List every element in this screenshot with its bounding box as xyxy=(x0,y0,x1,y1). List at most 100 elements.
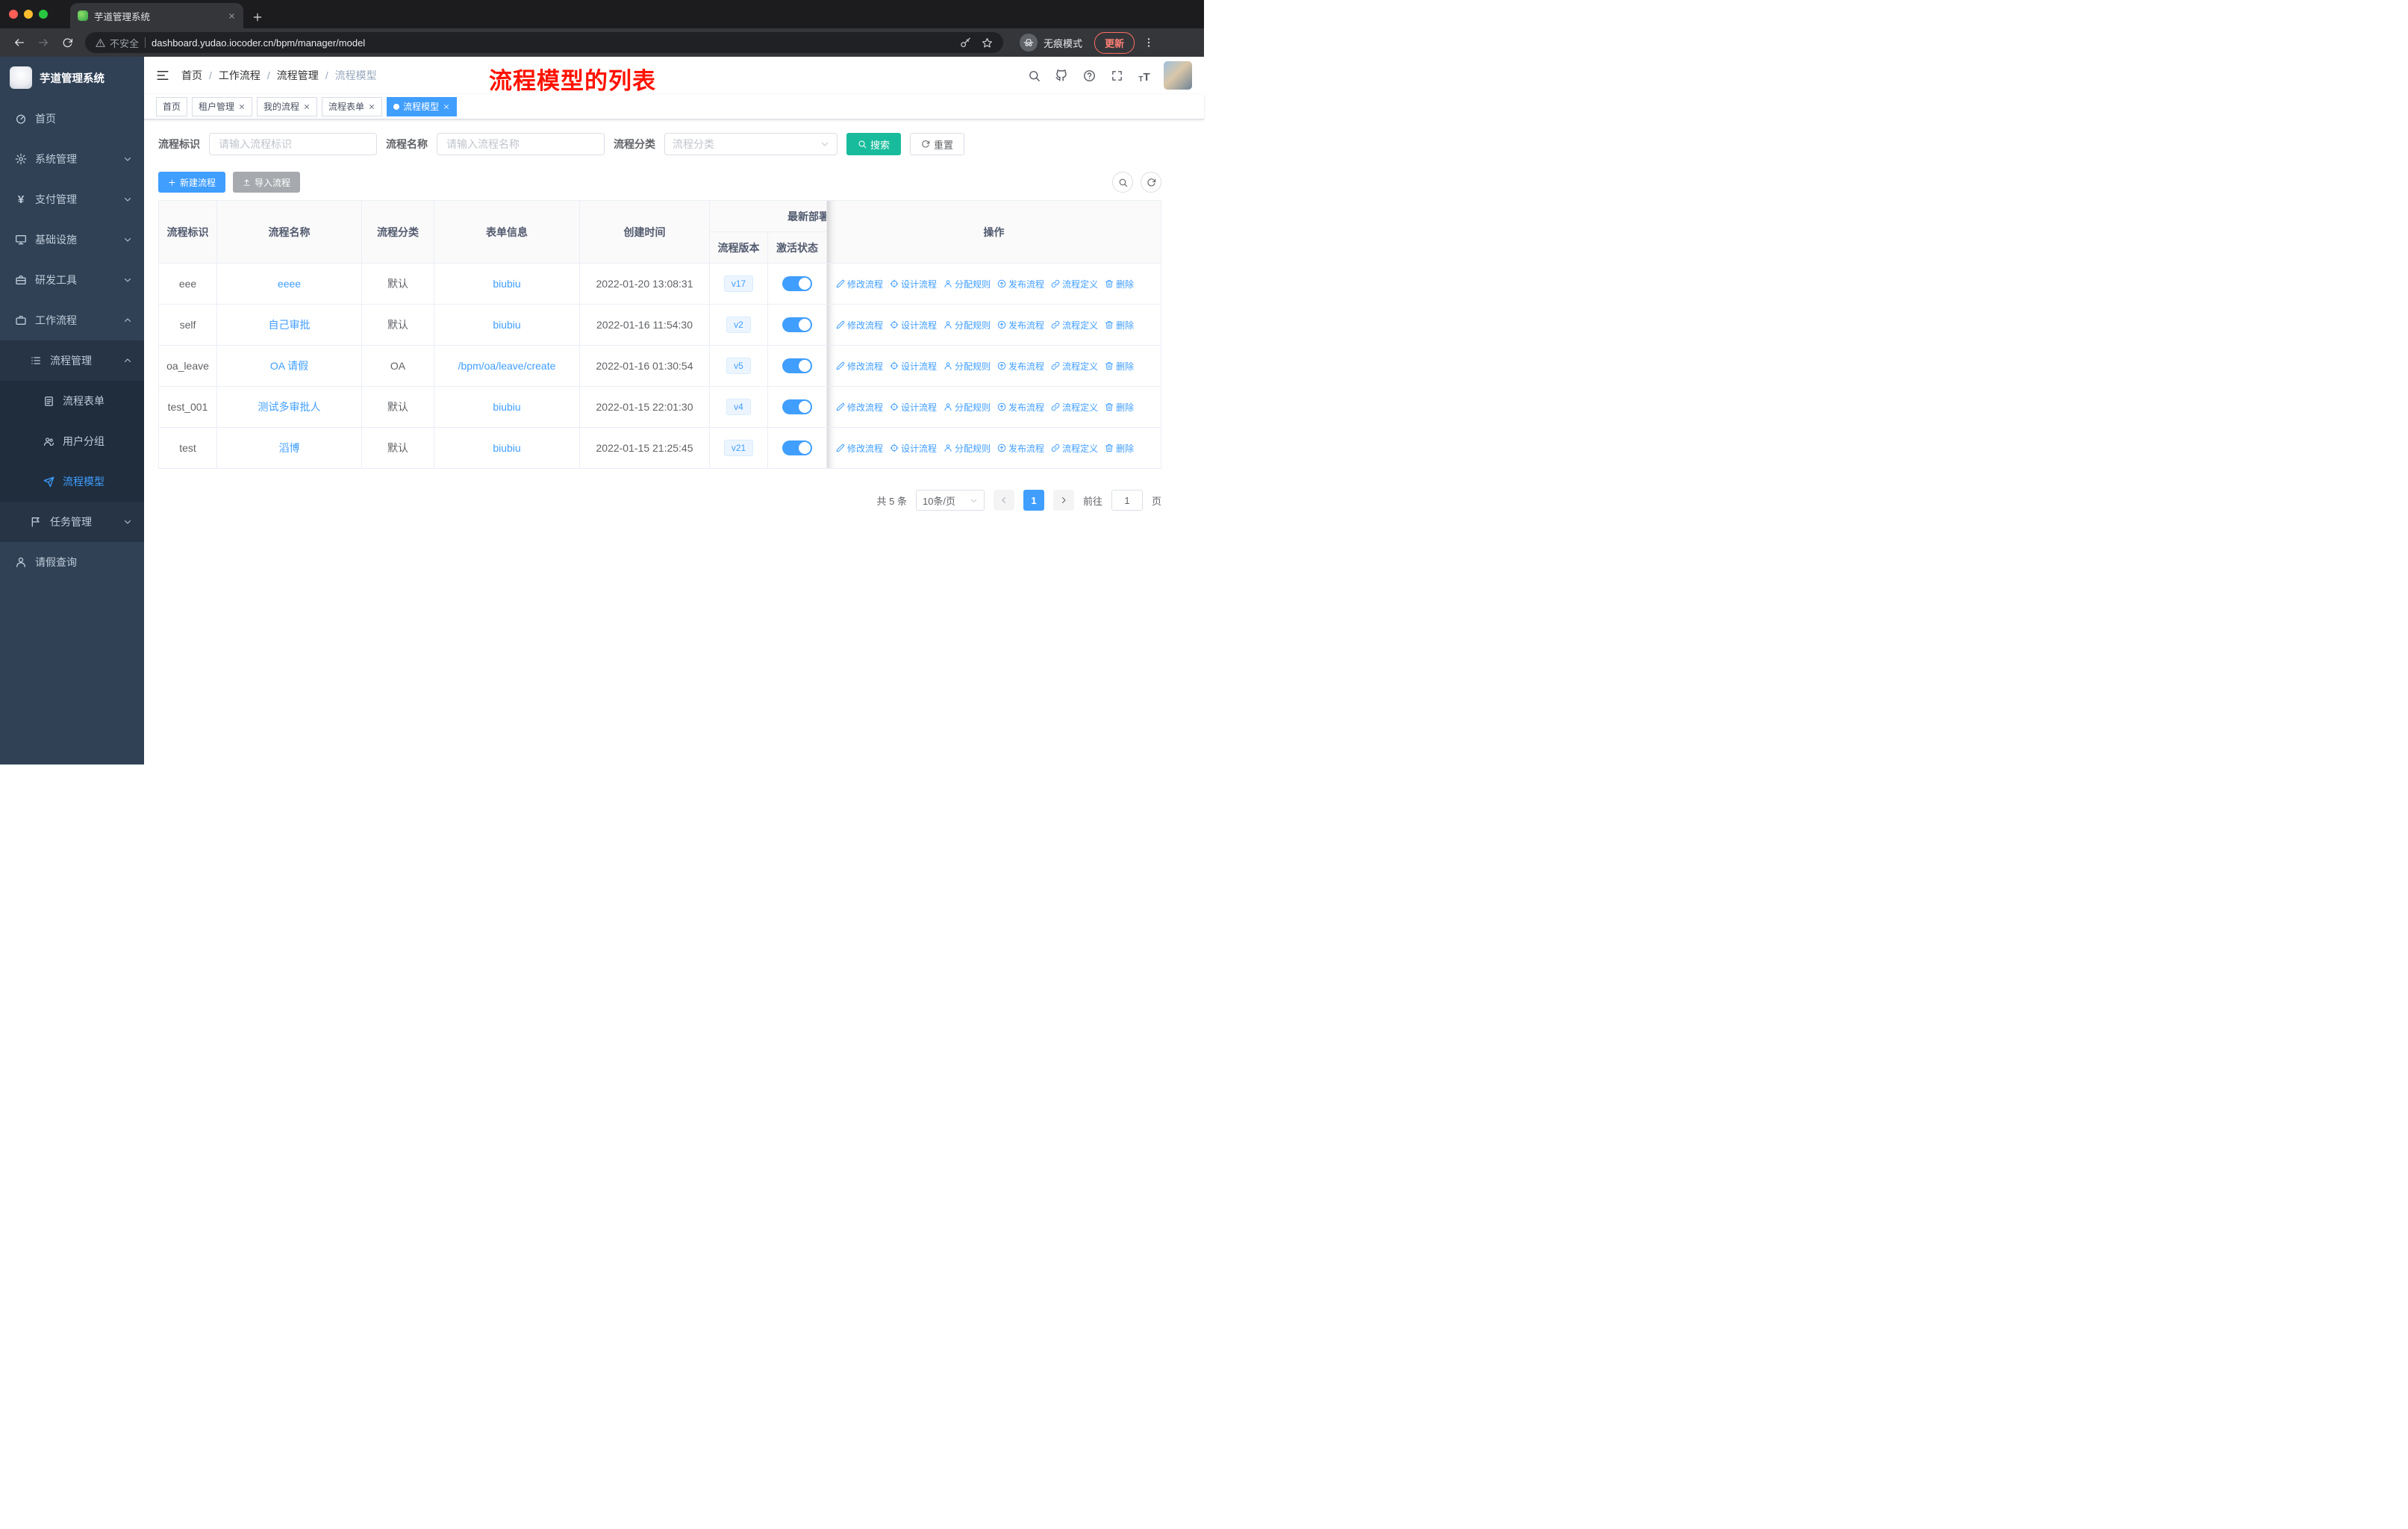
security-indicator[interactable]: 不安全 xyxy=(96,36,139,50)
action-process-definition[interactable]: 流程定义 xyxy=(1051,442,1098,455)
sidebar-item-user-group[interactable]: 用户分组 xyxy=(0,421,144,461)
close-tab-icon[interactable] xyxy=(228,12,236,20)
process-name-link[interactable]: 测试多审批人 xyxy=(258,401,321,413)
star-bookmark-icon[interactable] xyxy=(982,37,993,49)
reset-button[interactable]: 重置 xyxy=(910,133,965,155)
action-design-process[interactable]: 设计流程 xyxy=(890,442,937,455)
sidebar-item-dev-tools[interactable]: 研发工具 xyxy=(0,260,144,300)
form-info-link[interactable]: biubiu xyxy=(493,278,520,290)
action-design-process[interactable]: 设计流程 xyxy=(890,401,937,414)
process-name-link[interactable]: 自己审批 xyxy=(269,319,311,331)
action-delete[interactable]: 删除 xyxy=(1105,442,1134,455)
form-info-link[interactable]: biubiu xyxy=(493,319,520,331)
active-toggle[interactable] xyxy=(782,399,812,414)
form-info-link[interactable]: biubiu xyxy=(493,401,520,413)
reload-button[interactable] xyxy=(57,32,78,53)
breadcrumb-process-mgmt[interactable]: 流程管理 xyxy=(277,68,319,83)
help-icon[interactable] xyxy=(1081,67,1097,84)
github-icon[interactable] xyxy=(1053,67,1070,84)
kebab-menu-icon[interactable] xyxy=(1141,37,1157,49)
sidebar-item-workflow[interactable]: 工作流程 xyxy=(0,300,144,340)
refresh-table-button[interactable] xyxy=(1141,172,1161,193)
category-select[interactable]: 流程分类 xyxy=(664,133,838,155)
back-button[interactable] xyxy=(9,32,30,53)
action-delete[interactable]: 删除 xyxy=(1105,278,1134,290)
font-size-icon[interactable]: TT xyxy=(1136,67,1152,84)
action-assign-rule[interactable]: 分配规则 xyxy=(943,319,991,331)
action-edit-process[interactable]: 修改流程 xyxy=(836,319,883,331)
action-publish-process[interactable]: 发布流程 xyxy=(997,401,1044,414)
next-page-button[interactable] xyxy=(1052,490,1074,511)
prev-page-button[interactable] xyxy=(993,490,1014,511)
sidebar-item-task-mgmt[interactable]: 任务管理 xyxy=(0,502,144,542)
close-icon[interactable] xyxy=(303,103,311,110)
browser-tab[interactable]: 芋道管理系统 xyxy=(70,3,243,28)
create-process-button[interactable]: 新建流程 xyxy=(158,172,226,193)
active-toggle[interactable] xyxy=(782,358,812,373)
process-name-link[interactable]: eeee xyxy=(278,278,301,290)
close-icon[interactable] xyxy=(368,103,375,110)
action-edit-process[interactable]: 修改流程 xyxy=(836,278,883,290)
close-window-button[interactable] xyxy=(9,10,18,19)
toggle-search-button[interactable] xyxy=(1112,172,1133,193)
active-toggle[interactable] xyxy=(782,317,812,332)
active-toggle[interactable] xyxy=(782,276,812,291)
action-design-process[interactable]: 设计流程 xyxy=(890,278,937,290)
process-key-input[interactable] xyxy=(209,133,377,155)
goto-page-input[interactable] xyxy=(1111,490,1143,511)
action-assign-rule[interactable]: 分配规则 xyxy=(943,360,991,373)
breadcrumb-home[interactable]: 首页 xyxy=(181,68,202,83)
sidebar-item-process-model[interactable]: 流程模型 xyxy=(0,461,144,502)
process-name-link[interactable]: OA 请假 xyxy=(270,360,308,372)
action-publish-process[interactable]: 发布流程 xyxy=(997,442,1044,455)
sidebar-item-payment-mgmt[interactable]: ¥ 支付管理 xyxy=(0,179,144,219)
sidebar-item-infrastructure[interactable]: 基础设施 xyxy=(0,219,144,260)
page-size-select[interactable]: 10条/页 xyxy=(915,490,985,511)
form-info-link[interactable]: biubiu xyxy=(493,442,520,454)
minimize-window-button[interactable] xyxy=(24,10,33,19)
form-info-link[interactable]: /bpm/oa/leave/create xyxy=(458,360,556,372)
action-design-process[interactable]: 设计流程 xyxy=(890,360,937,373)
update-browser-button[interactable]: 更新 xyxy=(1094,31,1135,54)
process-name-input[interactable] xyxy=(437,133,605,155)
action-process-definition[interactable]: 流程定义 xyxy=(1051,401,1098,414)
import-process-button[interactable]: 导入流程 xyxy=(233,172,301,193)
search-button[interactable]: 搜索 xyxy=(846,133,902,155)
address-bar[interactable]: 不安全 dashboard.yudao.iocoder.cn/bpm/manag… xyxy=(85,32,1003,53)
action-publish-process[interactable]: 发布流程 xyxy=(997,360,1044,373)
tag-home[interactable]: 首页 xyxy=(156,96,188,116)
avatar[interactable] xyxy=(1164,61,1192,90)
action-delete[interactable]: 删除 xyxy=(1105,401,1134,414)
action-delete[interactable]: 删除 xyxy=(1105,319,1134,331)
forward-button[interactable] xyxy=(33,32,54,53)
action-process-definition[interactable]: 流程定义 xyxy=(1051,319,1098,331)
fullscreen-icon[interactable] xyxy=(1108,67,1125,84)
breadcrumb-workflow[interactable]: 工作流程 xyxy=(219,68,261,83)
action-design-process[interactable]: 设计流程 xyxy=(890,319,937,331)
hamburger-icon[interactable] xyxy=(156,69,169,82)
sidebar-item-home[interactable]: 首页 xyxy=(0,99,144,139)
action-process-definition[interactable]: 流程定义 xyxy=(1051,360,1098,373)
close-icon[interactable] xyxy=(443,103,450,110)
tag-process-model[interactable]: 流程模型 xyxy=(387,96,458,116)
tag-my-process[interactable]: 我的流程 xyxy=(257,96,318,116)
active-toggle[interactable] xyxy=(782,440,812,455)
action-assign-rule[interactable]: 分配规则 xyxy=(943,401,991,414)
action-publish-process[interactable]: 发布流程 xyxy=(997,278,1044,290)
new-tab-button[interactable] xyxy=(252,12,263,22)
current-page-button[interactable]: 1 xyxy=(1023,490,1044,511)
key-icon[interactable] xyxy=(960,37,971,49)
close-icon[interactable] xyxy=(238,103,246,110)
action-assign-rule[interactable]: 分配规则 xyxy=(943,278,991,290)
tag-process-form[interactable]: 流程表单 xyxy=(322,96,383,116)
action-assign-rule[interactable]: 分配规则 xyxy=(943,442,991,455)
process-name-link[interactable]: 滔博 xyxy=(279,442,300,454)
zoom-window-button[interactable] xyxy=(39,10,48,19)
search-icon[interactable] xyxy=(1026,67,1042,84)
action-edit-process[interactable]: 修改流程 xyxy=(836,442,883,455)
action-delete[interactable]: 删除 xyxy=(1105,360,1134,373)
action-process-definition[interactable]: 流程定义 xyxy=(1051,278,1098,290)
action-publish-process[interactable]: 发布流程 xyxy=(997,319,1044,331)
sidebar-item-process-mgmt[interactable]: 流程管理 xyxy=(0,340,144,381)
sidebar-item-leave-query[interactable]: 请假查询 xyxy=(0,542,144,582)
